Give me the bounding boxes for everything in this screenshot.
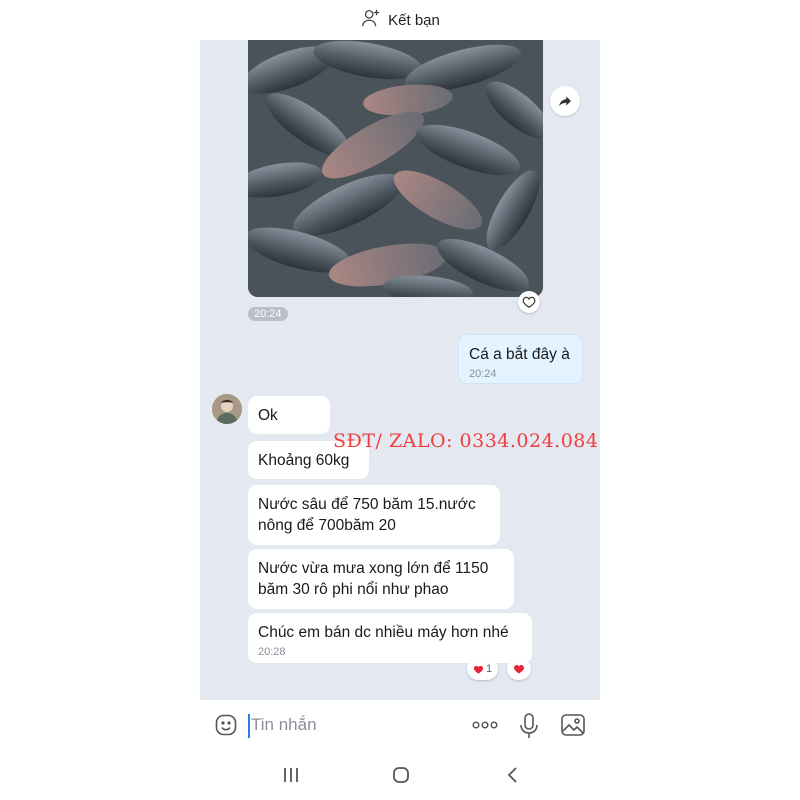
share-button[interactable] bbox=[550, 86, 580, 116]
received-message-text: Ok bbox=[258, 407, 278, 424]
share-icon bbox=[559, 96, 571, 107]
fish-photo[interactable] bbox=[248, 40, 543, 297]
gallery-button[interactable] bbox=[560, 712, 586, 743]
voice-button[interactable] bbox=[518, 712, 540, 745]
avatar[interactable] bbox=[212, 394, 242, 424]
received-message-bubble[interactable]: Ok bbox=[248, 396, 330, 434]
text-cursor bbox=[248, 714, 250, 738]
received-message-bubble[interactable]: Nước vừa mưa xong lớn để 1150 băm 30 rô … bbox=[248, 549, 514, 609]
image-icon bbox=[561, 714, 585, 736]
received-message-line: Nước sâu để 750 băm 15.nước bbox=[258, 496, 476, 513]
heart-icon bbox=[514, 665, 524, 674]
received-message-text: Chúc em bán dc nhiều máy hơn nhé bbox=[258, 624, 509, 641]
more-dots-icon bbox=[472, 721, 498, 729]
back-button[interactable] bbox=[505, 765, 521, 790]
home-icon bbox=[393, 767, 409, 783]
reaction-count: 1 bbox=[485, 663, 493, 675]
emoji-button[interactable] bbox=[214, 713, 238, 742]
received-message-line: nông để 700băm 20 bbox=[258, 517, 396, 534]
home-button[interactable] bbox=[391, 765, 411, 790]
sent-message-bubble[interactable]: Cá a bắt đây à 20:24 bbox=[458, 334, 583, 384]
add-friend-icon[interactable] bbox=[360, 7, 382, 33]
system-nav-bar bbox=[200, 752, 600, 800]
more-button[interactable] bbox=[470, 715, 500, 740]
message-input[interactable]: Tin nhắn bbox=[251, 715, 317, 735]
react-heart-button[interactable] bbox=[507, 658, 531, 680]
received-message-text: Khoảng 60kg bbox=[258, 452, 350, 469]
recent-apps-icon bbox=[284, 768, 298, 782]
back-icon bbox=[507, 767, 517, 783]
reaction-count-badge[interactable]: 1 bbox=[467, 658, 498, 680]
received-message-bubble[interactable]: Chúc em bán dc nhiều máy hơn nhé 20:28 bbox=[248, 613, 532, 663]
heart-outline-icon bbox=[522, 296, 536, 308]
emoji-icon bbox=[215, 714, 237, 736]
recent-apps-button[interactable] bbox=[282, 765, 300, 790]
phone-watermark: SĐT/ ZALO: 0334.024.084 bbox=[333, 430, 599, 452]
chat-area: 20:24 Cá a bắt đây à 20:24 Ok Khoảng 60k… bbox=[200, 40, 600, 700]
react-button[interactable] bbox=[518, 291, 540, 313]
received-message-line: băm 30 rô phi nổi như phao bbox=[258, 581, 449, 598]
sent-message-text: Cá a bắt đây à bbox=[469, 346, 570, 363]
image-message-time: 20:24 bbox=[248, 307, 288, 321]
sent-message-time: 20:24 bbox=[469, 368, 497, 380]
received-message-line: Nước vừa mưa xong lớn để 1150 bbox=[258, 560, 489, 577]
received-message-bubble[interactable]: Nước sâu để 750 băm 15.nước nông để 700b… bbox=[248, 485, 500, 545]
message-input-bar: Tin nhắn bbox=[200, 700, 600, 752]
add-friend-label[interactable]: Kết bạn bbox=[388, 12, 440, 29]
header-bar[interactable]: Kết bạn bbox=[200, 0, 600, 40]
heart-icon bbox=[473, 665, 483, 674]
received-message-time: 20:28 bbox=[258, 646, 286, 658]
mic-icon bbox=[520, 713, 538, 738]
